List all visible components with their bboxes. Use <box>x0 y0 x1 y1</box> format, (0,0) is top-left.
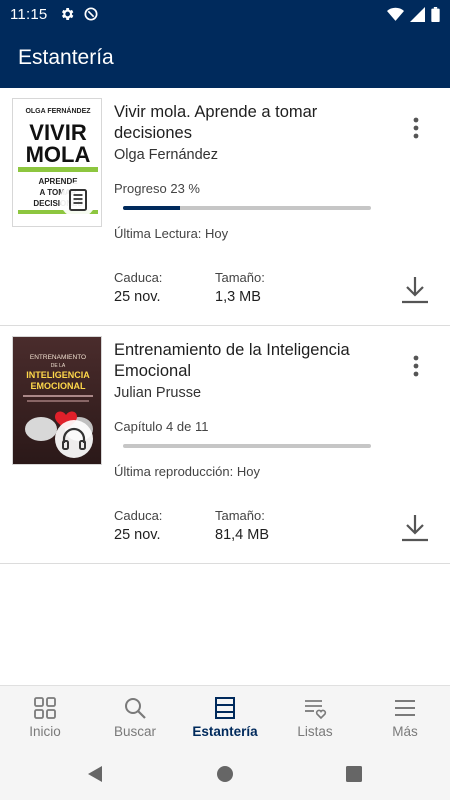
nav-label: Buscar <box>113 724 157 739</box>
expires-value: 25 nov. <box>114 527 161 543</box>
shelf-icon <box>215 697 235 719</box>
nav-label: Listas <box>297 724 333 739</box>
nav-item-mas[interactable]: Más <box>360 686 450 748</box>
size-value: 81,4 MB <box>215 527 269 543</box>
list-heart-icon <box>305 700 327 720</box>
book-info: Vivir mola. Aprende a tomar decisiones O… <box>114 102 384 241</box>
cover-title-line1: ENTRENAMIENTO <box>30 354 86 361</box>
battery-icon <box>431 6 440 22</box>
expires-value: 25 nov. <box>114 289 161 305</box>
download-icon <box>402 277 428 304</box>
nav-label: Inicio <box>29 724 61 739</box>
nav-label: Estantería <box>192 724 258 739</box>
book-cover[interactable]: ENTRENAMIENTO DE LA INTELIGENCIA EMOCION… <box>12 336 102 465</box>
back-icon[interactable] <box>86 765 104 783</box>
more-vert-icon <box>413 117 419 139</box>
book-meta: Caduca: 25 nov. Tamaño: 81,4 MB <box>114 508 316 543</box>
last-read-text: Última Lectura: Hoy <box>114 226 229 241</box>
last-played-text: Última reproducción: Hoy <box>114 464 260 479</box>
cover-title-line2: DE LA <box>51 363 66 369</box>
expires-label: Caduca: <box>114 508 163 523</box>
nav-item-buscar[interactable]: Buscar <box>90 686 180 748</box>
size-value: 1,3 MB <box>215 289 261 305</box>
headphones-icon <box>55 420 93 458</box>
nav-label: Más <box>392 724 418 739</box>
more-vert-icon <box>413 355 419 377</box>
recents-icon[interactable] <box>346 766 362 782</box>
progress-bar <box>123 444 371 448</box>
book-list: OLGA FERNÁNDEZ VIVIR MOLA APRENDE A TOMA… <box>0 88 450 564</box>
book-title[interactable]: Entrenamiento de la Inteligencia Emocion… <box>114 340 384 382</box>
progress-label: Capítulo 4 de 11 <box>114 419 209 434</box>
wifi-icon <box>387 7 404 21</box>
app-bar: Estantería <box>0 28 450 88</box>
menu-icon <box>395 700 415 716</box>
book-author: Julian Prusse <box>114 385 202 401</box>
nav-item-listas[interactable]: Listas <box>270 686 360 748</box>
more-options-button[interactable] <box>404 354 428 378</box>
grid-icon <box>34 697 56 719</box>
book-card[interactable]: OLGA FERNÁNDEZ VIVIR MOLA APRENDE A TOMA… <box>0 88 450 326</box>
nav-item-estanteria[interactable]: Estantería <box>180 686 270 748</box>
book-cover[interactable]: OLGA FERNÁNDEZ VIVIR MOLA APRENDE A TOMA… <box>12 98 102 227</box>
cover-title-line3: INTELIGENCIA <box>26 370 90 380</box>
expires-label: Caduca: <box>114 270 163 285</box>
cell-signal-icon <box>410 6 425 22</box>
settings-gear-icon <box>62 8 74 20</box>
download-button[interactable] <box>400 512 430 544</box>
cover-title-line4: EMOCIONAL <box>31 381 87 391</box>
home-icon[interactable] <box>216 765 234 783</box>
size-label: Tamaño: <box>215 508 265 523</box>
cover-title-line2: MOLA <box>26 142 91 167</box>
more-options-button[interactable] <box>404 116 428 140</box>
status-bar: 11:15 <box>0 0 450 28</box>
progress-label: Progreso 23 % <box>114 181 200 196</box>
download-icon <box>402 515 428 542</box>
bottom-nav: Inicio Buscar Estantería Listas Más <box>0 685 450 748</box>
progress-bar-fill <box>123 206 181 210</box>
nav-item-inicio[interactable]: Inicio <box>0 686 90 748</box>
book-title[interactable]: Vivir mola. Aprende a tomar decisiones <box>114 102 384 144</box>
cover-author-text: OLGA FERNÁNDEZ <box>25 106 91 115</box>
book-info: Entrenamiento de la Inteligencia Emocion… <box>114 340 384 479</box>
progress-bar <box>123 206 371 210</box>
book-meta: Caduca: 25 nov. Tamaño: 1,3 MB <box>114 270 316 305</box>
size-label: Tamaño: <box>215 270 265 285</box>
data-saver-icon <box>84 7 98 21</box>
book-author: Olga Fernández <box>114 147 218 163</box>
download-button[interactable] <box>400 274 430 306</box>
page-title: Estantería <box>18 46 114 69</box>
search-icon <box>125 698 146 719</box>
book-card[interactable]: ENTRENAMIENTO DE LA INTELIGENCIA EMOCION… <box>0 326 450 564</box>
system-nav-bar <box>0 748 450 800</box>
ebook-icon <box>60 182 96 218</box>
status-time: 11:15 <box>10 5 48 23</box>
